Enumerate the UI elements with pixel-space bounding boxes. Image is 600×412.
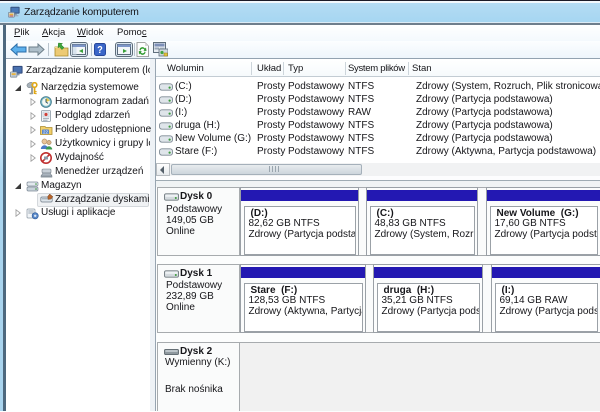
svg-text:?: ? xyxy=(97,45,103,56)
svg-text:22: 22 xyxy=(43,129,49,134)
